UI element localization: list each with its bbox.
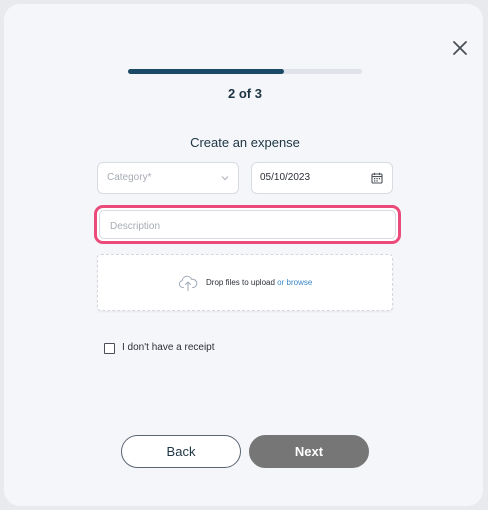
file-dropzone[interactable]: Drop files to upload or browse <box>97 254 393 311</box>
dropzone-text: Drop files to upload or browse <box>206 278 312 287</box>
form-title: Create an expense <box>190 135 300 150</box>
close-icon[interactable] <box>450 38 470 58</box>
next-button[interactable]: Next <box>249 435 369 468</box>
progress-bar-fill <box>128 69 284 74</box>
description-field <box>99 210 396 239</box>
chevron-down-icon <box>221 176 229 181</box>
no-receipt-checkbox[interactable] <box>104 343 115 354</box>
description-input[interactable] <box>108 217 382 235</box>
description-highlight <box>94 205 401 244</box>
browse-link[interactable]: or browse <box>277 278 312 287</box>
no-receipt-label[interactable]: I don't have a receipt <box>122 342 215 353</box>
step-indicator: 2 of 3 <box>228 86 262 101</box>
dropzone-label: Drop files to upload <box>206 278 275 287</box>
date-input[interactable]: 05/10/2023 <box>251 162 393 194</box>
back-button[interactable]: Back <box>121 435 241 468</box>
cloud-upload-icon <box>178 275 198 292</box>
progress-bar <box>128 69 362 74</box>
category-placeholder: Category* <box>107 172 152 183</box>
calendar-icon[interactable] <box>371 172 383 184</box>
date-value: 05/10/2023 <box>260 172 311 183</box>
category-select[interactable]: Category* <box>97 162 239 194</box>
